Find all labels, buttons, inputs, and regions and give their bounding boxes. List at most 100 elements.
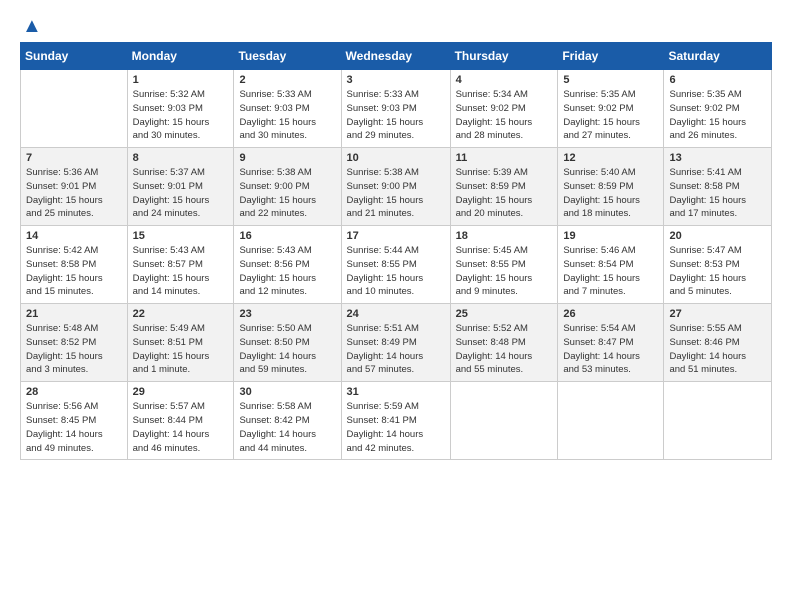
day-number: 27 xyxy=(669,308,766,320)
day-cell xyxy=(558,382,664,460)
day-number: 6 xyxy=(669,74,766,86)
day-info: Sunrise: 5:45 AM Sunset: 8:55 PM Dayligh… xyxy=(456,244,553,299)
day-cell: 21 Sunrise: 5:48 AM Sunset: 8:52 PM Dayli… xyxy=(21,304,128,382)
day-number: 21 xyxy=(26,308,122,320)
day-number: 31 xyxy=(347,386,445,398)
day-cell: 3Sunrise: 5:33 AM Sunset: 9:03 PM Daylig… xyxy=(341,70,450,148)
day-info: Sunrise: 5:32 AM Sunset: 9:03 PM Dayligh… xyxy=(133,88,229,143)
day-number: 24 xyxy=(347,308,445,320)
day-number: 13 xyxy=(669,152,766,164)
day-number: 10 xyxy=(347,152,445,164)
week-row-3: 14 Sunrise: 5:42 AM Sunset: 8:58 PM Dayli… xyxy=(21,226,772,304)
day-info: Sunrise: 5:42 AM Sunset: 8:58 PM Dayligh… xyxy=(26,244,122,299)
logo: ▲ xyxy=(20,15,42,34)
day-info: Sunrise: 5:49 AM Sunset: 8:51 PM Dayligh… xyxy=(133,322,229,377)
day-info: Sunrise: 5:33 AM Sunset: 9:03 PM Dayligh… xyxy=(347,88,445,143)
day-number: 22 xyxy=(133,308,229,320)
day-cell: 27 Sunrise: 5:55 AM Sunset: 8:46 PM Dayli… xyxy=(664,304,772,382)
day-info: Sunrise: 5:58 AM Sunset: 8:42 PM Dayligh… xyxy=(239,400,335,455)
day-info: Sunrise: 5:35 AM Sunset: 9:02 PM Dayligh… xyxy=(669,88,766,143)
day-number: 30 xyxy=(239,386,335,398)
day-info: Sunrise: 5:52 AM Sunset: 8:48 PM Dayligh… xyxy=(456,322,553,377)
day-cell: 22 Sunrise: 5:49 AM Sunset: 8:51 PM Dayli… xyxy=(127,304,234,382)
day-number: 18 xyxy=(456,230,553,242)
day-info: Sunrise: 5:38 AM Sunset: 9:00 PM Dayligh… xyxy=(239,166,335,221)
day-cell: 29 Sunrise: 5:57 AM Sunset: 8:44 PM Dayli… xyxy=(127,382,234,460)
day-number: 9 xyxy=(239,152,335,164)
day-info: Sunrise: 5:40 AM Sunset: 8:59 PM Dayligh… xyxy=(563,166,658,221)
day-info: Sunrise: 5:39 AM Sunset: 8:59 PM Dayligh… xyxy=(456,166,553,221)
day-cell: 7 Sunrise: 5:36 AM Sunset: 9:01 PM Daylig… xyxy=(21,148,128,226)
day-info: Sunrise: 5:34 AM Sunset: 9:02 PM Dayligh… xyxy=(456,88,553,143)
day-number: 20 xyxy=(669,230,766,242)
day-number: 19 xyxy=(563,230,658,242)
day-info: Sunrise: 5:35 AM Sunset: 9:02 PM Dayligh… xyxy=(563,88,658,143)
day-cell: 6 Sunrise: 5:35 AM Sunset: 9:02 PM Daylig… xyxy=(664,70,772,148)
day-cell: 26Sunrise: 5:54 AM Sunset: 8:47 PM Dayli… xyxy=(558,304,664,382)
day-cell: 8 Sunrise: 5:37 AM Sunset: 9:01 PM Daylig… xyxy=(127,148,234,226)
day-number: 1 xyxy=(133,74,229,86)
day-number: 4 xyxy=(456,74,553,86)
day-info: Sunrise: 5:56 AM Sunset: 8:45 PM Dayligh… xyxy=(26,400,122,455)
week-row-5: 28 Sunrise: 5:56 AM Sunset: 8:45 PM Dayli… xyxy=(21,382,772,460)
day-cell xyxy=(664,382,772,460)
day-number: 28 xyxy=(26,386,122,398)
day-info: Sunrise: 5:50 AM Sunset: 8:50 PM Dayligh… xyxy=(239,322,335,377)
day-cell: 18 Sunrise: 5:45 AM Sunset: 8:55 PM Dayli… xyxy=(450,226,558,304)
day-info: Sunrise: 5:57 AM Sunset: 8:44 PM Dayligh… xyxy=(133,400,229,455)
day-cell: 2 Sunrise: 5:33 AM Sunset: 9:03 PM Daylig… xyxy=(234,70,341,148)
day-cell: 13 Sunrise: 5:41 AM Sunset: 8:58 PM Dayli… xyxy=(664,148,772,226)
day-info: Sunrise: 5:46 AM Sunset: 8:54 PM Dayligh… xyxy=(563,244,658,299)
day-cell: 5 Sunrise: 5:35 AM Sunset: 9:02 PM Daylig… xyxy=(558,70,664,148)
day-info: Sunrise: 5:33 AM Sunset: 9:03 PM Dayligh… xyxy=(239,88,335,143)
day-cell: 16Sunrise: 5:43 AM Sunset: 8:56 PM Dayli… xyxy=(234,226,341,304)
day-header-sunday: Sunday xyxy=(21,43,128,70)
day-number: 14 xyxy=(26,230,122,242)
header: ▲ xyxy=(20,15,772,34)
day-cell: 19 Sunrise: 5:46 AM Sunset: 8:54 PM Dayli… xyxy=(558,226,664,304)
day-cell: 12Sunrise: 5:40 AM Sunset: 8:59 PM Dayli… xyxy=(558,148,664,226)
day-cell: 23 Sunrise: 5:50 AM Sunset: 8:50 PM Dayli… xyxy=(234,304,341,382)
day-info: Sunrise: 5:48 AM Sunset: 8:52 PM Dayligh… xyxy=(26,322,122,377)
day-header-monday: Monday xyxy=(127,43,234,70)
week-row-1: 1 Sunrise: 5:32 AM Sunset: 9:03 PM Daylig… xyxy=(21,70,772,148)
day-cell: 20 Sunrise: 5:47 AM Sunset: 8:53 PM Dayli… xyxy=(664,226,772,304)
day-header-friday: Friday xyxy=(558,43,664,70)
day-info: Sunrise: 5:38 AM Sunset: 9:00 PM Dayligh… xyxy=(347,166,445,221)
day-cell: 11 Sunrise: 5:39 AM Sunset: 8:59 PM Dayli… xyxy=(450,148,558,226)
week-row-2: 7 Sunrise: 5:36 AM Sunset: 9:01 PM Daylig… xyxy=(21,148,772,226)
header-row: SundayMondayTuesdayWednesdayThursdayFrid… xyxy=(21,43,772,70)
day-cell: 15 Sunrise: 5:43 AM Sunset: 8:57 PM Dayli… xyxy=(127,226,234,304)
day-cell: 30 Sunrise: 5:58 AM Sunset: 8:42 PM Dayli… xyxy=(234,382,341,460)
day-number: 23 xyxy=(239,308,335,320)
day-header-tuesday: Tuesday xyxy=(234,43,341,70)
day-cell: 25 Sunrise: 5:52 AM Sunset: 8:48 PM Dayli… xyxy=(450,304,558,382)
day-info: Sunrise: 5:54 AM Sunset: 8:47 PM Dayligh… xyxy=(563,322,658,377)
day-info: Sunrise: 5:37 AM Sunset: 9:01 PM Dayligh… xyxy=(133,166,229,221)
calendar-table: SundayMondayTuesdayWednesdayThursdayFrid… xyxy=(20,42,772,460)
day-info: Sunrise: 5:55 AM Sunset: 8:46 PM Dayligh… xyxy=(669,322,766,377)
day-number: 7 xyxy=(26,152,122,164)
day-number: 5 xyxy=(563,74,658,86)
day-header-thursday: Thursday xyxy=(450,43,558,70)
day-header-saturday: Saturday xyxy=(664,43,772,70)
day-number: 15 xyxy=(133,230,229,242)
day-info: Sunrise: 5:43 AM Sunset: 8:56 PM Dayligh… xyxy=(239,244,335,299)
day-info: Sunrise: 5:51 AM Sunset: 8:49 PM Dayligh… xyxy=(347,322,445,377)
day-number: 25 xyxy=(456,308,553,320)
day-cell: 9 Sunrise: 5:38 AM Sunset: 9:00 PM Daylig… xyxy=(234,148,341,226)
day-info: Sunrise: 5:59 AM Sunset: 8:41 PM Dayligh… xyxy=(347,400,445,455)
day-number: 8 xyxy=(133,152,229,164)
day-number: 11 xyxy=(456,152,553,164)
day-number: 17 xyxy=(347,230,445,242)
page: ▲ SundayMondayTuesdayWednesdayThursdayFr… xyxy=(0,0,792,480)
day-info: Sunrise: 5:36 AM Sunset: 9:01 PM Dayligh… xyxy=(26,166,122,221)
week-row-4: 21 Sunrise: 5:48 AM Sunset: 8:52 PM Dayli… xyxy=(21,304,772,382)
day-info: Sunrise: 5:43 AM Sunset: 8:57 PM Dayligh… xyxy=(133,244,229,299)
day-cell xyxy=(21,70,128,148)
day-info: Sunrise: 5:47 AM Sunset: 8:53 PM Dayligh… xyxy=(669,244,766,299)
day-number: 2 xyxy=(239,74,335,86)
day-info: Sunrise: 5:41 AM Sunset: 8:58 PM Dayligh… xyxy=(669,166,766,221)
day-cell: 17Sunrise: 5:44 AM Sunset: 8:55 PM Dayli… xyxy=(341,226,450,304)
day-number: 29 xyxy=(133,386,229,398)
